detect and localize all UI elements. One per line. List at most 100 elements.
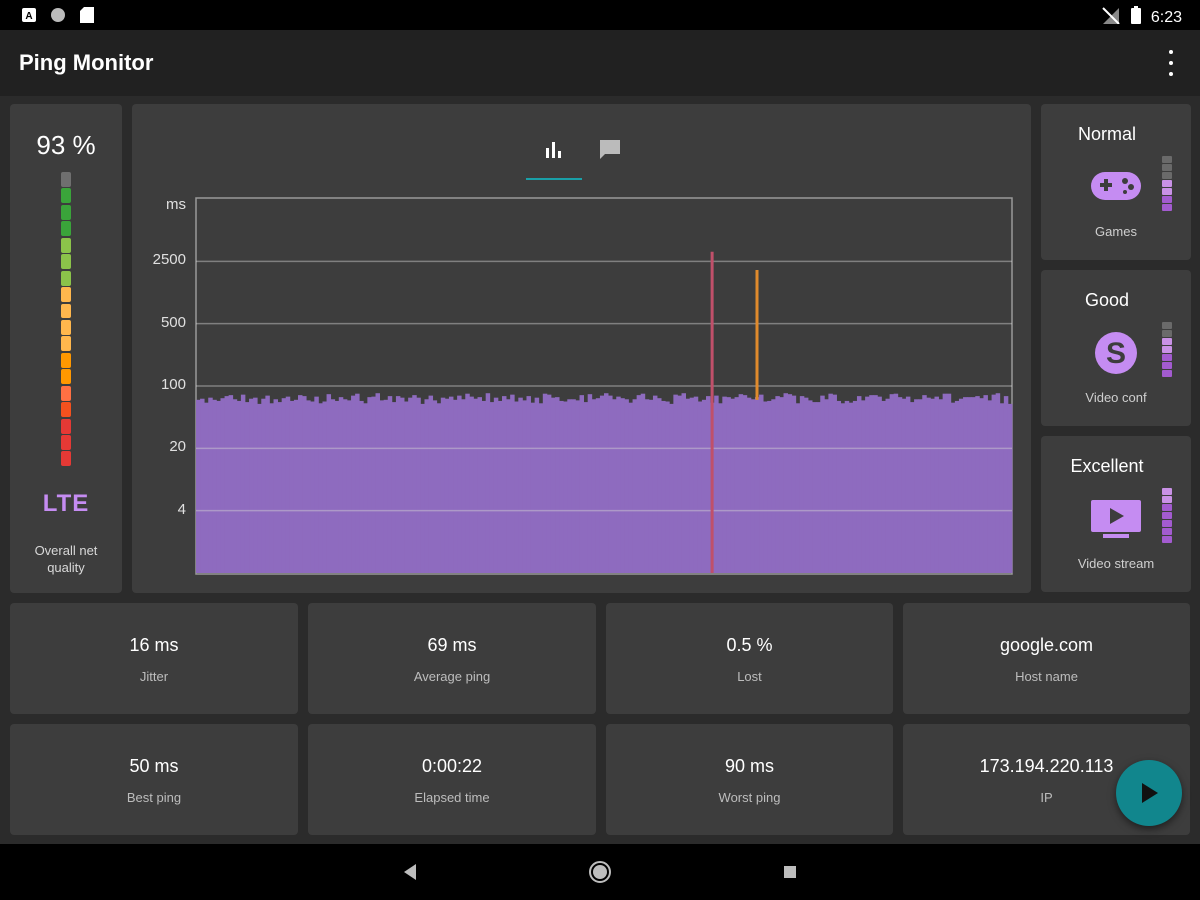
ping-bar bbox=[889, 394, 895, 573]
ping-bar bbox=[677, 395, 682, 573]
overall-quality-card: 93 % LTE Overall net quality bbox=[10, 104, 122, 593]
stat-value: google.com bbox=[999, 635, 1094, 655]
ping-bar bbox=[383, 399, 389, 573]
ping-bar bbox=[608, 395, 613, 573]
profile-meter-segment bbox=[1162, 504, 1172, 511]
start-ping-button[interactable] bbox=[1116, 760, 1182, 826]
quality-percent: 93 % bbox=[36, 130, 96, 160]
quality-meter-segment bbox=[61, 237, 71, 253]
ping-bar bbox=[934, 396, 939, 573]
profile-caption: Video conf bbox=[1085, 390, 1147, 405]
more-vertical-icon[interactable] bbox=[1164, 50, 1178, 76]
profile-card-video-conf: Good S Video conf bbox=[1041, 270, 1191, 426]
quality-meter-segment bbox=[61, 319, 71, 335]
ping-bar bbox=[363, 403, 368, 573]
ping-bar bbox=[812, 402, 817, 573]
ping-bar bbox=[820, 395, 825, 573]
ping-bar bbox=[701, 399, 707, 573]
ping-bar bbox=[444, 398, 450, 573]
ping-bar bbox=[746, 397, 752, 573]
stat-card-lost: 0.5 % Lost bbox=[606, 603, 893, 714]
ping-bar bbox=[844, 400, 850, 573]
ping-bar bbox=[799, 396, 805, 573]
ping-bar bbox=[1003, 396, 1009, 573]
ping-bar bbox=[249, 398, 254, 573]
ping-bar bbox=[224, 396, 230, 573]
ping-bar bbox=[881, 400, 886, 573]
tab-comments[interactable] bbox=[582, 134, 638, 180]
ping-bar bbox=[400, 397, 405, 573]
profile-caption: Games bbox=[1095, 224, 1137, 239]
home-icon[interactable] bbox=[588, 860, 612, 884]
ping-bar bbox=[228, 395, 234, 573]
profile-meter bbox=[1162, 156, 1172, 212]
ping-bar bbox=[326, 394, 332, 573]
ping-bar bbox=[342, 399, 348, 573]
ping-bar bbox=[795, 403, 801, 573]
ping-bar bbox=[204, 402, 209, 573]
ping-bar bbox=[448, 396, 454, 573]
tab-bar-chart[interactable] bbox=[526, 134, 582, 180]
back-icon[interactable] bbox=[398, 860, 422, 884]
ping-bar bbox=[497, 400, 503, 573]
ping-bar bbox=[893, 393, 899, 573]
ping-bar bbox=[942, 393, 948, 573]
ping-bar bbox=[526, 396, 531, 573]
ping-bar bbox=[469, 396, 474, 573]
ping-bar bbox=[261, 398, 266, 573]
stat-label: Elapsed time bbox=[414, 790, 490, 805]
stat-value: 16 ms bbox=[129, 635, 179, 655]
quality-meter-segment bbox=[61, 303, 71, 319]
profile-card-video-stream: Excellent Video stream bbox=[1041, 436, 1191, 592]
profile-meter-segment bbox=[1162, 204, 1172, 211]
profile-status: Good bbox=[1084, 290, 1130, 310]
play-icon bbox=[1140, 782, 1160, 809]
ping-bar bbox=[808, 400, 813, 573]
ping-bar bbox=[346, 400, 352, 573]
ping-bar bbox=[787, 394, 793, 573]
recents-icon[interactable] bbox=[778, 860, 802, 884]
ping-bar bbox=[355, 393, 360, 573]
no-signal-icon bbox=[1101, 6, 1121, 29]
quality-meter-segment bbox=[61, 188, 71, 204]
ping-bar bbox=[310, 401, 315, 573]
ping-bar bbox=[775, 396, 780, 573]
y-tick-label: 100 bbox=[160, 376, 186, 393]
ping-bar bbox=[861, 400, 866, 573]
ping-bar bbox=[734, 397, 740, 573]
ping-bar bbox=[779, 397, 784, 573]
ping-bar bbox=[828, 393, 833, 573]
ping-bar bbox=[538, 403, 544, 573]
stat-card-elapsed-time: 0:00:22 Elapsed time bbox=[308, 724, 596, 835]
ping-bar bbox=[351, 395, 356, 573]
ping-bar bbox=[636, 395, 642, 573]
ping-bar bbox=[905, 396, 911, 573]
bar-chart-icon bbox=[544, 140, 564, 165]
ping-bar bbox=[718, 403, 723, 573]
ping-bar bbox=[991, 394, 997, 573]
ping-bar bbox=[563, 401, 568, 573]
profile-meter-segment bbox=[1162, 196, 1172, 203]
stat-label: Worst ping bbox=[718, 790, 781, 805]
ping-bar bbox=[269, 403, 274, 573]
ping-bar bbox=[302, 396, 307, 573]
ping-bar bbox=[273, 399, 278, 573]
ping-bar bbox=[387, 396, 393, 573]
ping-bar bbox=[502, 396, 507, 573]
ping-bar bbox=[359, 400, 364, 573]
ping-bar bbox=[371, 396, 376, 573]
ping-bar bbox=[803, 397, 809, 573]
ping-bar bbox=[730, 398, 735, 573]
stat-label: Host name bbox=[1015, 669, 1078, 684]
ping-bar bbox=[816, 402, 821, 573]
ping-bar bbox=[856, 396, 862, 573]
ping-bar bbox=[298, 395, 303, 573]
ping-bar bbox=[208, 397, 213, 573]
ping-bar bbox=[640, 393, 646, 573]
ping-bar bbox=[852, 400, 858, 573]
status-time: 6:23 bbox=[1150, 8, 1182, 26]
ping-bar bbox=[485, 393, 491, 573]
ping-bar bbox=[481, 400, 487, 573]
ping-bar bbox=[632, 399, 638, 573]
ping-bar bbox=[440, 397, 446, 573]
